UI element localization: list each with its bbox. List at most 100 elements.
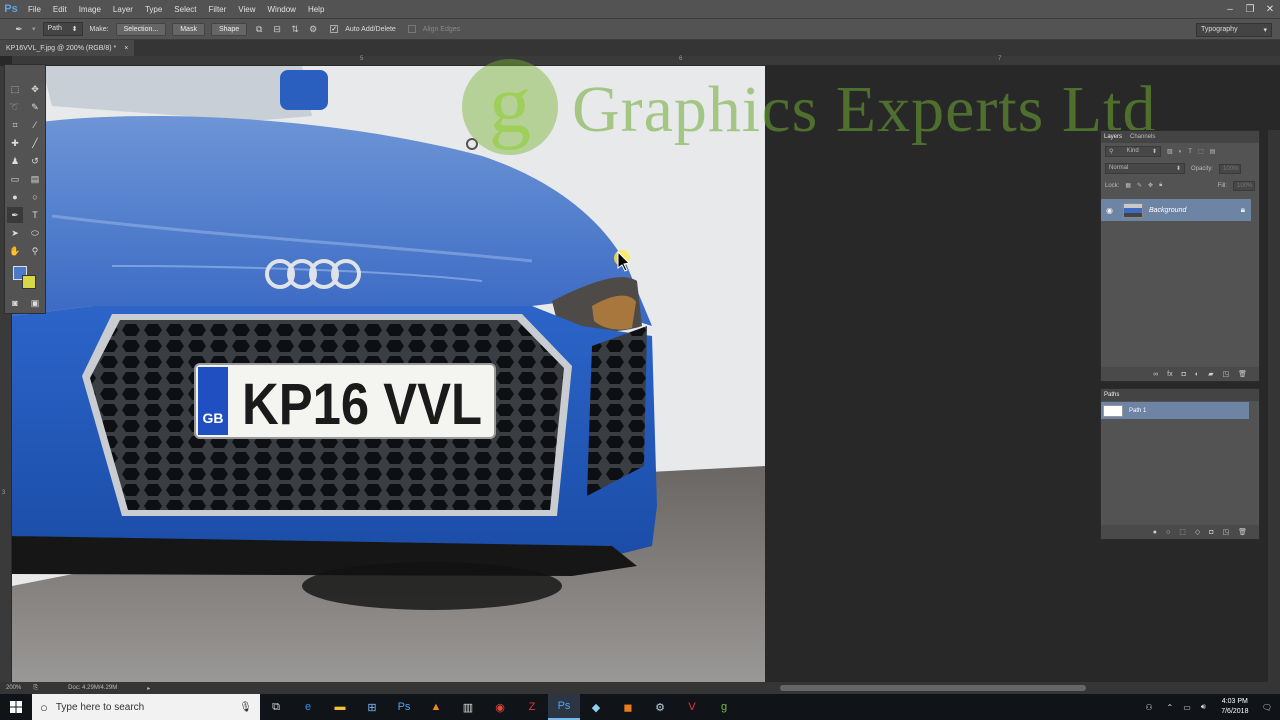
photoshop-active-icon[interactable]: Ps [548, 694, 580, 720]
menu-window[interactable]: Window [262, 5, 302, 14]
notification-icon[interactable]: 🗨︎ [1262, 703, 1272, 712]
zoom-level[interactable]: 200% [6, 685, 21, 691]
new-layer-icon[interactable]: ◳ [1222, 370, 1229, 378]
layer-kind-filter[interactable]: ⚲ Kind ⬍ [1105, 146, 1161, 157]
layer-row-background[interactable]: ◉ Background 🔒︎ [1101, 199, 1251, 221]
photoshop-taskbar-icon[interactable]: Ps [388, 694, 420, 720]
menu-type[interactable]: Type [139, 5, 168, 14]
trash-icon[interactable]: 🗑︎ [1238, 370, 1247, 378]
windows-start-button[interactable] [0, 694, 32, 720]
add-mask-icon[interactable]: ◘ [1209, 529, 1213, 536]
graphics-experts-app-icon[interactable]: g [708, 694, 740, 720]
move-tool-icon[interactable]: ✥ [27, 81, 43, 97]
path-alignment-icon[interactable]: ⊟ [270, 22, 284, 36]
filter-adjustment-icon[interactable]: ◐ [1179, 149, 1183, 155]
add-mask-icon[interactable]: ◘ [1182, 371, 1186, 378]
stroke-path-icon[interactable]: ○ [1166, 529, 1170, 536]
lock-all-icon[interactable]: 🔒︎ [1159, 182, 1162, 189]
eyedropper-tool-icon[interactable]: ⁄ [27, 117, 43, 133]
align-edges-checkbox[interactable] [407, 25, 416, 33]
preset-chevron-icon[interactable]: ▾ [32, 25, 36, 33]
layer-style-icon[interactable]: fx [1167, 371, 1172, 378]
menu-view[interactable]: View [232, 5, 261, 14]
minimize-button[interactable]: – [1220, 0, 1240, 18]
pen-tool-icon[interactable]: ✒ [7, 207, 23, 223]
filter-type-icon[interactable]: T [1188, 149, 1192, 155]
file-explorer-icon[interactable]: ▬ [324, 694, 356, 720]
horizontal-ruler[interactable]: 5 6 7 [12, 56, 1280, 66]
eraser-tool-icon[interactable]: ▭ [7, 171, 23, 187]
new-path-icon[interactable]: ◳ [1222, 528, 1229, 536]
blur-tool-icon[interactable]: ● [7, 189, 23, 205]
healing-brush-tool-icon[interactable]: ✚ [7, 135, 23, 151]
hand-tool-icon[interactable]: ✋ [7, 243, 23, 259]
tab-layers[interactable]: Layers [1104, 134, 1122, 140]
trash-icon[interactable]: 🗑︎ [1238, 528, 1247, 536]
volume-icon[interactable]: 🔊︎ [1201, 702, 1206, 712]
opacity-input[interactable]: 100% [1219, 163, 1242, 174]
menu-help[interactable]: Help [302, 5, 330, 14]
filter-shape-icon[interactable]: ⬚ [1198, 148, 1204, 155]
tray-chevron-up-icon[interactable]: ⌃ [1167, 703, 1174, 712]
dodge-tool-icon[interactable]: ○ [27, 189, 43, 205]
type-tool-icon[interactable]: T [27, 207, 43, 223]
history-brush-tool-icon[interactable]: ↺ [27, 153, 43, 169]
make-shape-button[interactable]: Shape [210, 22, 248, 36]
filezilla-icon[interactable]: Z [516, 694, 548, 720]
document-tab[interactable]: KP16VVL_F.jpg @ 200% (RGB/8) * × [0, 40, 135, 56]
background-color-swatch[interactable] [22, 275, 36, 289]
menu-image[interactable]: Image [73, 5, 107, 14]
path-row[interactable]: Path 1 [1101, 402, 1249, 419]
adjustment-layer-icon[interactable]: ◐ [1195, 371, 1199, 378]
fill-path-icon[interactable]: ● [1153, 529, 1157, 536]
close-button[interactable]: ✕ [1260, 0, 1280, 18]
tab-paths[interactable]: Paths [1104, 392, 1119, 398]
settings-app-icon[interactable]: ⚙ [644, 694, 676, 720]
gradient-tool-icon[interactable]: ▤ [27, 171, 43, 187]
marquee-tool-icon[interactable]: ⬚ [7, 81, 23, 97]
make-mask-button[interactable]: Mask [172, 22, 205, 36]
close-tab-icon[interactable]: × [124, 45, 128, 52]
quick-mask-icon[interactable]: ◙ [7, 295, 23, 311]
make-selection-button[interactable]: Selection... [115, 22, 167, 36]
network-icon[interactable]: ▭ [1183, 703, 1191, 712]
screen-mode-icon[interactable]: ▣ [27, 295, 43, 311]
crop-tool-icon[interactable]: ⌗ [7, 117, 23, 133]
menu-file[interactable]: File [22, 5, 47, 14]
path-arrangement-icon[interactable]: ⇅ [288, 22, 302, 36]
tab-channels[interactable]: Channels [1130, 134, 1155, 140]
brush-tool-icon[interactable]: ╱ [27, 135, 43, 151]
taskbar-search-input[interactable]: ○ Type here to search 🎙︎ [32, 694, 260, 720]
chrome-icon[interactable]: ◉ [484, 694, 516, 720]
gear-icon[interactable]: ⚙ [306, 22, 320, 36]
load-selection-icon[interactable]: ⬚ [1179, 528, 1186, 536]
filter-smart-object-icon[interactable]: ▤ [1210, 148, 1216, 155]
media-app-icon[interactable]: ▥ [452, 694, 484, 720]
tool-mode-select[interactable]: Path ⬍ [42, 22, 83, 36]
path-operations-icon[interactable]: ⧉ [252, 22, 266, 36]
horizontal-scrollbar[interactable] [780, 685, 1086, 691]
work-path-icon[interactable]: ◇ [1195, 528, 1200, 536]
menu-filter[interactable]: Filter [203, 5, 233, 14]
auto-add-delete-checkbox[interactable]: ✓ [330, 25, 339, 33]
lock-paint-icon[interactable]: ✎ [1137, 182, 1142, 189]
vlc-icon[interactable]: ▲ [420, 694, 452, 720]
pasteboard[interactable] [765, 66, 1100, 682]
edge-browser-icon[interactable]: e [292, 694, 324, 720]
menu-layer[interactable]: Layer [107, 5, 139, 14]
zoom-tool-icon[interactable]: ⚲ [27, 243, 43, 259]
menu-select[interactable]: Select [168, 5, 202, 14]
people-icon[interactable]: ⚇ [1145, 703, 1152, 712]
filter-pixel-icon[interactable]: ▨ [1167, 148, 1173, 155]
taskbar-clock[interactable]: 4:03 PM 7/6/2018 [1212, 697, 1258, 717]
path-select-tool-icon[interactable]: ➤ [7, 225, 23, 241]
vivaldi-icon[interactable]: V [676, 694, 708, 720]
fill-input[interactable]: 100% [1233, 180, 1255, 191]
new-group-icon[interactable]: ▰ [1208, 370, 1213, 378]
export-icon[interactable]: ⎘ [33, 685, 38, 692]
store-icon[interactable]: ⊞ [356, 694, 388, 720]
eye-visibility-icon[interactable]: ◉ [1106, 206, 1113, 215]
status-menu-arrow-icon[interactable]: ▸ [147, 685, 150, 692]
menu-edit[interactable]: Edit [47, 5, 73, 14]
task-view-icon[interactable]: ⧉ [260, 694, 292, 720]
